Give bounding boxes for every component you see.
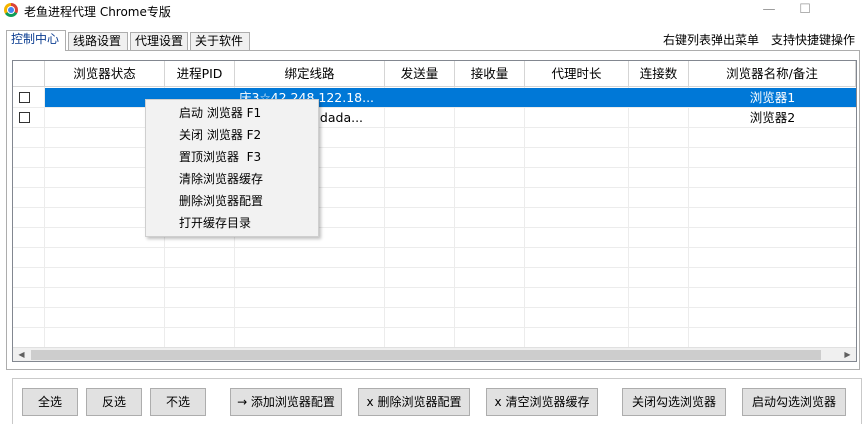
add-browser-config-button[interactable]: → 添加浏览器配置: [230, 388, 342, 416]
grid-line: [13, 227, 856, 228]
select-none-button[interactable]: 不选: [150, 388, 206, 416]
column-header-connections[interactable]: 连接数: [629, 61, 689, 87]
column-header-checkbox[interactable]: [13, 61, 45, 87]
browser-list-table[interactable]: 浏览器状态 进程PID 绑定线路 发送量 接收量 代理时长 连接数 浏览器名称/…: [12, 60, 857, 362]
column-header-sent[interactable]: 发送量: [385, 61, 455, 87]
grid-line: [13, 167, 856, 168]
tab-about[interactable]: 关于软件: [190, 32, 250, 50]
grid-line: [13, 287, 856, 288]
menu-item-start-browser[interactable]: 启动 浏览器 F1: [179, 102, 261, 124]
menu-item-close-browser[interactable]: 关闭 浏览器 F2: [179, 124, 261, 146]
start-checked-browsers-button[interactable]: 启动勾选浏览器: [742, 388, 846, 416]
menu-item-pin-browser[interactable]: 置顶浏览器 F3: [179, 146, 261, 168]
row-browser-name: 浏览器2: [749, 110, 796, 125]
row-line: 9.dada...: [308, 110, 364, 125]
grid-line: [13, 327, 856, 328]
scroll-left-icon[interactable]: ◀: [13, 348, 30, 361]
invert-selection-button[interactable]: 反选: [86, 388, 142, 416]
close-checked-browsers-button[interactable]: 关闭勾选浏览器: [622, 388, 726, 416]
clear-browser-cache-button[interactable]: x 清空浏览器缓存: [486, 388, 598, 416]
tab-control-center[interactable]: 控制中心: [6, 30, 66, 51]
column-header-line[interactable]: 绑定线路: [235, 61, 385, 87]
menu-item-open-cache-dir[interactable]: 打开缓存目录: [179, 212, 251, 234]
row-checkbox[interactable]: [19, 112, 30, 123]
menu-item-delete-config[interactable]: 删除浏览器配置: [179, 190, 263, 212]
row-checkbox[interactable]: [19, 92, 30, 103]
hint-shortcuts: 支持快捷键操作: [771, 33, 856, 47]
grid-line: [13, 247, 856, 248]
column-header-duration[interactable]: 代理时长: [525, 61, 629, 87]
menu-item-clear-cache[interactable]: 清除浏览器缓存: [179, 168, 263, 190]
column-header-pid[interactable]: 进程PID: [165, 61, 235, 87]
tab-proxy-settings[interactable]: 代理设置: [130, 32, 188, 50]
grid-line: [13, 267, 856, 268]
title-bar: 老鱼进程代理 Chrome专版 — ☐: [0, 0, 867, 22]
column-header-status[interactable]: 浏览器状态: [45, 61, 165, 87]
chrome-app-icon: [4, 3, 18, 17]
minimize-button[interactable]: —: [754, 0, 784, 22]
column-header-received[interactable]: 接收量: [455, 61, 525, 87]
horizontal-scrollbar[interactable]: ◀ ▶: [13, 347, 856, 361]
grid-line: [13, 147, 856, 148]
scrollbar-thumb[interactable]: [31, 350, 821, 360]
scroll-right-icon[interactable]: ▶: [839, 348, 856, 361]
row-browser-name: 浏览器1: [749, 90, 796, 105]
grid-line: [13, 187, 856, 188]
grid-line: [13, 207, 856, 208]
delete-browser-config-button[interactable]: x 删除浏览器配置: [358, 388, 470, 416]
column-header-name[interactable]: 浏览器名称/备注: [689, 61, 856, 87]
window-title: 老鱼进程代理 Chrome专版: [24, 5, 171, 19]
grid-line: [13, 127, 856, 128]
grid-line: [13, 307, 856, 308]
tab-line-settings[interactable]: 线路设置: [68, 32, 128, 50]
context-menu: 启动 浏览器 F1 关闭 浏览器 F2 置顶浏览器 F3 清除浏览器缓存 删除浏…: [145, 99, 319, 237]
hint-right-click-menu: 右键列表弹出菜单: [663, 33, 760, 47]
select-all-button[interactable]: 全选: [22, 388, 78, 416]
maximize-button[interactable]: ☐: [790, 0, 820, 22]
